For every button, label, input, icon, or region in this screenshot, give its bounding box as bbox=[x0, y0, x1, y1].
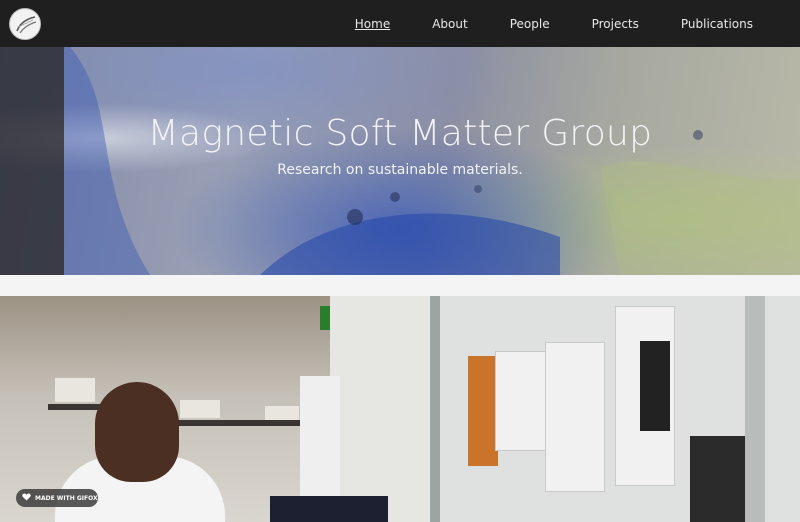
top-navbar: Home About People Projects Publications bbox=[0, 0, 800, 47]
spool-stack bbox=[690, 436, 750, 522]
group-logo-icon[interactable] bbox=[9, 8, 41, 40]
indicator-light bbox=[320, 306, 330, 330]
fume-hood bbox=[330, 296, 440, 522]
lab-container bbox=[55, 378, 95, 402]
hero-subtitle: Research on sustainable materials. bbox=[277, 162, 523, 178]
frame-post bbox=[745, 296, 765, 522]
lab-container bbox=[180, 400, 220, 418]
gifox-badge-label: MADE WITH GIFOX bbox=[35, 494, 98, 502]
hero-banner: Magnetic Soft Matter Group Research on s… bbox=[0, 47, 800, 275]
nav-links: Home About People Projects Publications bbox=[355, 0, 800, 47]
printer-arm bbox=[545, 342, 605, 492]
lab-photo bbox=[0, 296, 800, 522]
nav-people-link[interactable]: People bbox=[510, 17, 550, 31]
lab-container bbox=[265, 406, 299, 420]
nav-publications-link[interactable]: Publications bbox=[681, 17, 753, 31]
frame-post bbox=[430, 296, 440, 522]
person-head bbox=[95, 382, 179, 482]
shelf bbox=[175, 420, 305, 426]
colored-panel bbox=[468, 356, 498, 466]
gifox-heart-icon bbox=[22, 493, 31, 503]
monitor bbox=[270, 496, 388, 522]
nav-about-link[interactable]: About bbox=[432, 17, 467, 31]
hero-title: Magnetic Soft Matter Group bbox=[147, 113, 653, 154]
gifox-badge[interactable]: MADE WITH GIFOX bbox=[16, 489, 98, 507]
hero-background-art bbox=[64, 47, 800, 275]
section-divider bbox=[0, 275, 800, 296]
nav-home-link[interactable]: Home bbox=[355, 17, 390, 31]
nav-projects-link[interactable]: Projects bbox=[592, 17, 639, 31]
cable-chain bbox=[640, 341, 670, 431]
